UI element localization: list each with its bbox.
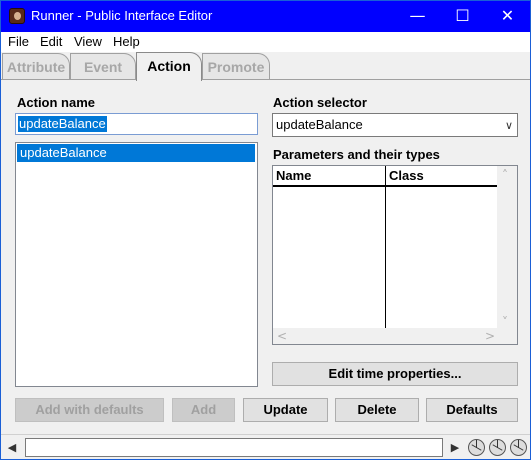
- window-title: Runner - Public Interface Editor: [31, 8, 213, 23]
- update-button[interactable]: Update: [243, 398, 328, 422]
- scroll-left-icon[interactable]: <: [277, 329, 287, 343]
- menu-bar: File Edit View Help: [1, 32, 530, 52]
- parameters-table[interactable]: Name Class ˄ ˅ < >: [272, 165, 518, 345]
- close-icon[interactable]: ✕: [485, 1, 530, 32]
- tab-promote[interactable]: Promote: [202, 53, 270, 79]
- status-bar: ◀ ▶: [1, 434, 530, 459]
- title-bar[interactable]: Runner - Public Interface Editor — ☐ ✕: [1, 1, 530, 32]
- action-selector-label: Action selector: [273, 95, 367, 110]
- column-header-class[interactable]: Class: [386, 166, 497, 187]
- tab-attribute[interactable]: Attribute: [2, 53, 70, 79]
- edit-time-properties-button[interactable]: Edit time properties...: [272, 362, 518, 386]
- vertical-scrollbar[interactable]: ˄ ˅: [497, 168, 517, 329]
- action-name-input[interactable]: updateBalance: [15, 113, 258, 135]
- tab-divider: [1, 79, 530, 80]
- status-scroll-left-icon[interactable]: ◀: [4, 439, 20, 456]
- list-item[interactable]: updateBalance: [17, 144, 255, 162]
- scroll-right-icon[interactable]: >: [485, 329, 495, 343]
- menu-edit[interactable]: Edit: [40, 34, 62, 50]
- action-selector-value: updateBalance: [276, 117, 363, 132]
- maximize-icon[interactable]: ☐: [440, 1, 485, 32]
- action-list[interactable]: updateBalance: [15, 142, 258, 387]
- horizontal-scrollbar[interactable]: < >: [273, 328, 497, 344]
- app-icon: [9, 8, 25, 24]
- delete-button[interactable]: Delete: [335, 398, 419, 422]
- add-with-defaults-button[interactable]: Add with defaults: [15, 398, 164, 422]
- parameters-label: Parameters and their types: [273, 147, 440, 162]
- table-column-class: [386, 187, 497, 328]
- dropdown-arrow-icon[interactable]: ∨: [505, 118, 513, 134]
- status-scroll-right-icon[interactable]: ▶: [447, 439, 463, 456]
- action-name-label: Action name: [17, 95, 96, 110]
- defaults-button[interactable]: Defaults: [426, 398, 518, 422]
- menu-file[interactable]: File: [8, 34, 29, 50]
- status-field: [25, 438, 443, 457]
- minimize-icon[interactable]: —: [395, 1, 440, 32]
- gauge-icon[interactable]: [489, 439, 506, 456]
- menu-view[interactable]: View: [74, 34, 102, 50]
- menu-help[interactable]: Help: [113, 34, 140, 50]
- add-button[interactable]: Add: [172, 398, 235, 422]
- scroll-up-icon[interactable]: ˄: [502, 168, 508, 182]
- settings-gear-icon[interactable]: [510, 439, 527, 456]
- action-name-value: updateBalance: [18, 116, 107, 132]
- column-header-name[interactable]: Name: [273, 166, 386, 187]
- action-selector-dropdown[interactable]: updateBalance ∨: [272, 113, 518, 137]
- tab-event[interactable]: Event: [70, 53, 136, 79]
- table-column-name: [273, 187, 386, 328]
- main-window: Runner - Public Interface Editor — ☐ ✕ F…: [0, 0, 531, 460]
- tab-action[interactable]: Action: [136, 52, 202, 81]
- gauge-icon[interactable]: [468, 439, 485, 456]
- scroll-down-icon[interactable]: ˅: [502, 315, 508, 329]
